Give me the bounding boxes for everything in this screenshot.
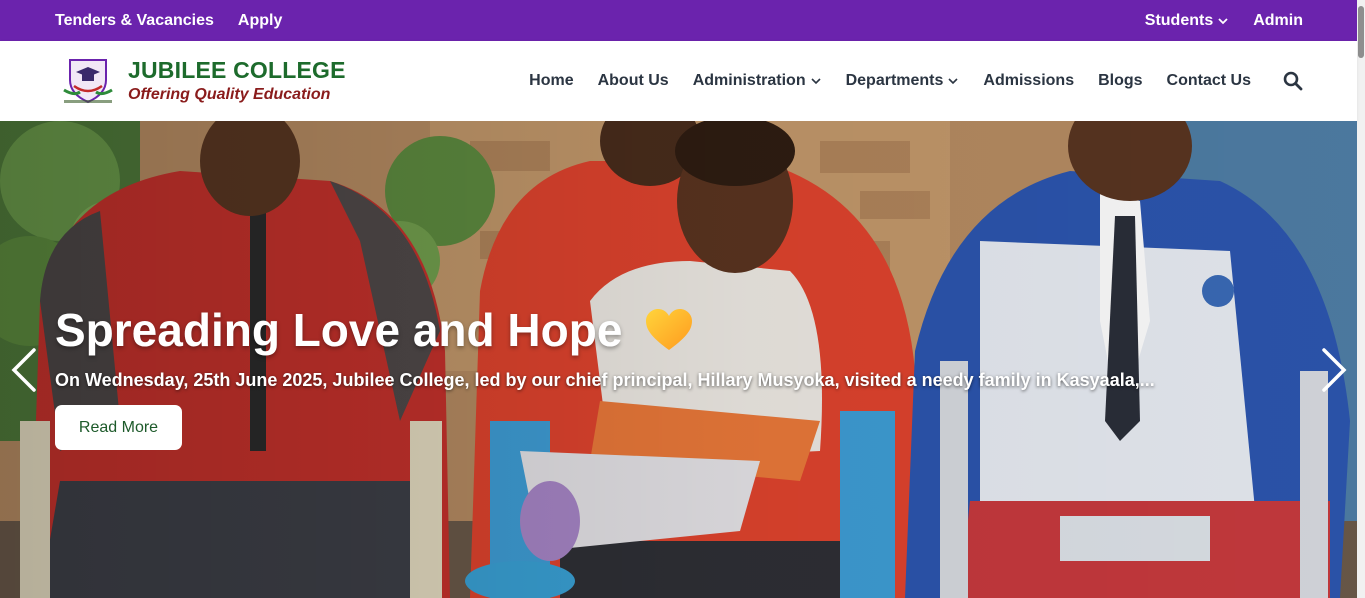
search-button[interactable] [1283,70,1305,92]
chevron-down-icon [811,78,821,85]
topbar-link-admin[interactable]: Admin [1253,12,1303,30]
chevron-left-icon[interactable] [10,347,38,393]
topbar-link-students[interactable]: Students [1145,12,1229,30]
topbar-link-tenders[interactable]: Tenders & Vacancies [55,12,214,30]
topbar-link-apply[interactable]: Apply [238,12,282,30]
chevron-right-icon[interactable] [1320,347,1348,393]
hero-title: Spreading Love and Hope [55,303,694,357]
brand-name: JUBILEE COLLEGE [128,57,346,84]
hero-overlay [0,121,1357,598]
nav-departments-label: Departments [845,72,944,89]
nav-blogs[interactable]: Blogs [1098,72,1142,90]
nav-administration[interactable]: Administration [693,72,822,90]
hero-slider: Spreading Love and Hope On Wednesday, 25… [0,121,1357,598]
nav-contact-us[interactable]: Contact Us [1167,72,1251,90]
brand[interactable]: JUBILEE COLLEGE Offering Quality Educati… [60,56,346,106]
college-logo [63,59,113,104]
topbar-students-label: Students [1144,11,1214,29]
scrollbar-thumb[interactable] [1358,6,1364,58]
main-nav: Home About Us Administration Departments… [529,70,1305,92]
nav-administration-label: Administration [692,72,806,89]
heart-icon [646,309,693,350]
main-header: JUBILEE COLLEGE Offering Quality Educati… [0,41,1357,121]
nav-admissions[interactable]: Admissions [983,72,1074,90]
top-bar-left: Tenders & Vacancies Apply [55,12,282,30]
hero-subtitle: On Wednesday, 25th June 2025, Jubilee Co… [55,370,1155,390]
brand-tagline: Offering Quality Education [128,86,331,104]
nav-departments[interactable]: Departments [846,72,960,90]
page-scrollbar[interactable] [1357,0,1365,598]
hero-title-text: Spreading Love and Hope [55,304,623,356]
chevron-down-icon [948,78,958,85]
chevron-down-icon [1218,17,1228,24]
search-icon [1283,71,1303,91]
brand-text: JUBILEE COLLEGE Offering Quality Educati… [128,57,346,104]
nav-home[interactable]: Home [529,72,573,90]
top-bar-right: Students Admin [1145,12,1303,30]
top-bar: Tenders & Vacancies Apply Students Admin [0,0,1357,41]
nav-about-us[interactable]: About Us [598,72,669,90]
read-more-button[interactable]: Read More [55,405,182,450]
